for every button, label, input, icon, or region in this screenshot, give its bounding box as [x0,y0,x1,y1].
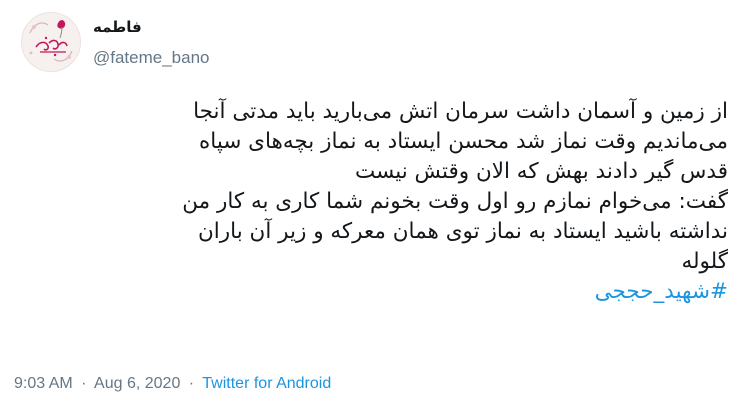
tweet-header: فاطمه @fateme_bano [16,10,732,72]
meta-separator: · [188,375,195,392]
tweet-metadata: 9:03 AM · Aug 6, 2020 · Twitter for Andr… [14,375,331,393]
tweet-text-line: گفت: می‌خوام نمازم رو اول وقت بخونم شما … [182,189,728,214]
tweet-date[interactable]: Aug 6, 2020 [94,375,180,392]
meta-separator: · [81,375,87,392]
tweet-text-line: از زمین و آسمان داشت سرمان اتش می‌بارید … [193,99,728,124]
user-handle[interactable]: @fateme_bano [93,48,210,68]
display-name[interactable]: فاطمه [93,18,142,36]
avatar[interactable] [21,12,81,72]
tweet-time[interactable]: 9:03 AM [14,375,73,392]
hashtag-link[interactable]: #شهید_حججی [28,277,728,307]
tweet-text-line: نداشته باشید ایستاد به نماز توی همان معر… [198,219,728,244]
avatar-calligraphy-icon [22,13,80,71]
tweet-card: فاطمه @fateme_bano از زمین و آسمان داشت … [0,0,748,410]
tweet-text-line: گلوله [681,249,728,274]
tweet-text-line: قدس گیر دادند بهش که الان وقتش نیست [354,159,728,184]
tweet-source-link[interactable]: Twitter for Android [202,375,331,392]
tweet-text-line: می‌ماندیم وقت نماز شد محسن ایستاد به نما… [199,129,728,154]
tweet-text: از زمین و آسمان داشت سرمان اتش می‌بارید … [28,97,728,307]
